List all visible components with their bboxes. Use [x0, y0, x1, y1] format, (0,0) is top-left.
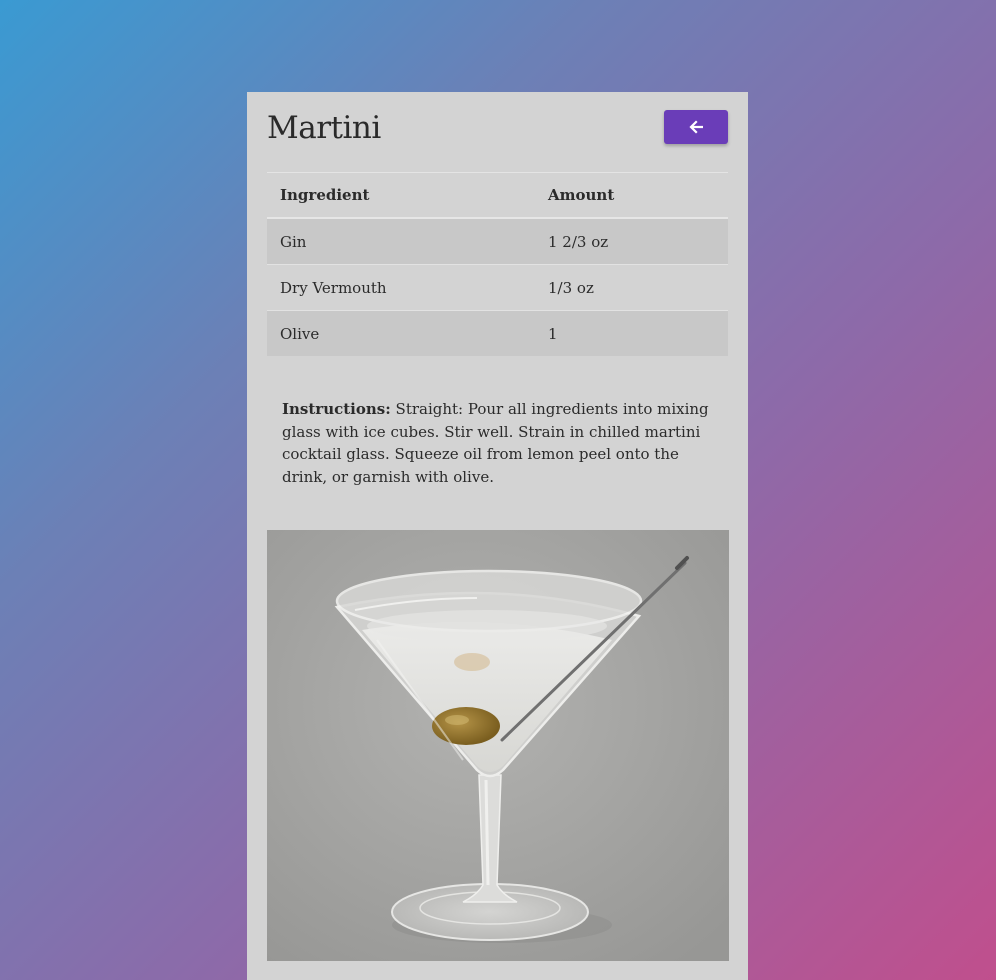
drink-title: Martini — [267, 110, 381, 146]
table-row: Gin 1 2/3 oz — [267, 218, 728, 265]
drink-card: Martini Ingredient Amount Gin 1 2/3 oz D… — [247, 92, 748, 980]
ingredient-cell: Gin — [280, 232, 307, 251]
drink-photo — [267, 530, 729, 961]
arrow-left-icon — [689, 120, 703, 134]
table-row: Olive 1 — [267, 310, 728, 356]
ingredient-cell: Dry Vermouth — [280, 278, 387, 297]
ingredient-cell: Olive — [280, 324, 320, 343]
ingredients-table: Ingredient Amount Gin 1 2/3 oz Dry Vermo… — [267, 173, 728, 356]
ingredient-column-header: Ingredient — [267, 173, 535, 219]
table-row: Dry Vermouth 1/3 oz — [267, 265, 728, 311]
amount-cell: 1/3 oz — [548, 278, 594, 297]
back-button[interactable] — [664, 110, 728, 144]
instructions-label: Instructions: — [282, 400, 391, 418]
amount-column-header: Amount — [535, 173, 728, 219]
amount-cell: 1 — [548, 324, 558, 343]
instructions-paragraph: Instructions: Straight: Pour all ingredi… — [282, 398, 717, 488]
card-header: Martini — [267, 110, 728, 170]
table-header-row: Ingredient Amount — [267, 173, 728, 219]
amount-cell: 1 2/3 oz — [548, 232, 609, 251]
